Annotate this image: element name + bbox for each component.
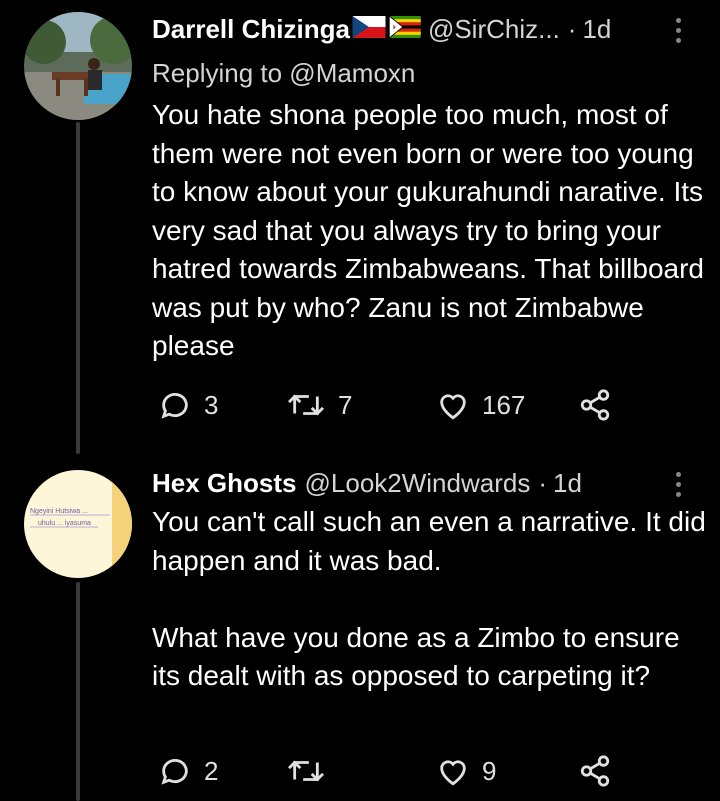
avatar-darrell[interactable] bbox=[24, 12, 132, 120]
more-options-icon[interactable] bbox=[676, 18, 684, 48]
author-handle[interactable]: @SirChiz... bbox=[428, 14, 560, 45]
author-name[interactable]: Darrell Chizinga bbox=[152, 14, 350, 45]
retweet-icon bbox=[287, 760, 325, 782]
tweet-text: You can't call such an even a narrative.… bbox=[152, 506, 706, 691]
like-count: 167 bbox=[482, 389, 526, 420]
zimbabwe-flag-icon bbox=[388, 16, 421, 38]
like-button[interactable]: 167 bbox=[436, 388, 525, 422]
author-handle[interactable]: @Look2Windwards bbox=[305, 468, 531, 499]
share-button[interactable] bbox=[578, 754, 612, 788]
retweet-button[interactable] bbox=[286, 754, 338, 788]
reply-icon bbox=[161, 759, 188, 785]
timestamp[interactable]: 1d bbox=[553, 468, 582, 499]
more-options-icon[interactable] bbox=[676, 472, 684, 502]
replying-to[interactable]: Replying to @Mamoxn bbox=[152, 58, 415, 89]
reply-count: 2 bbox=[204, 755, 219, 786]
heart-icon bbox=[440, 394, 466, 420]
svg-text:Ngeyini Hutsiwa ...: Ngeyini Hutsiwa ... bbox=[30, 508, 88, 515]
tweet-actions: 2 9 bbox=[152, 754, 632, 794]
reply-button[interactable]: 2 bbox=[158, 754, 218, 788]
like-count: 9 bbox=[482, 755, 497, 786]
timestamp[interactable]: 1d bbox=[582, 14, 611, 45]
avatar-hex-ghosts[interactable]: Ngeyini Hutsiwa ... uhulu ... iyasuma bbox=[24, 470, 132, 578]
svg-text:uhulu ... iyasuma: uhulu ... iyasuma bbox=[38, 520, 91, 527]
tweet-actions: 3 7 167 bbox=[152, 388, 632, 428]
tweet-text: You hate shona people too much, most of … bbox=[152, 99, 712, 361]
like-button[interactable]: 9 bbox=[436, 754, 496, 788]
retweet-icon bbox=[287, 394, 325, 416]
thread-line bbox=[76, 582, 80, 801]
share-button[interactable] bbox=[578, 388, 612, 422]
share-icon bbox=[580, 389, 610, 421]
retweet-count: 7 bbox=[338, 389, 353, 420]
retweet-button[interactable]: 7 bbox=[286, 388, 352, 422]
separator-dot: · bbox=[538, 468, 547, 498]
czech-flag-icon bbox=[352, 16, 386, 38]
tweet-header: Darrell Chizinga @SirChiz... · 1d bbox=[152, 14, 611, 45]
separator-dot: · bbox=[567, 14, 577, 44]
reply-button[interactable]: 3 bbox=[158, 388, 218, 422]
heart-icon bbox=[440, 760, 466, 786]
reply-icon bbox=[161, 393, 188, 419]
thread-line bbox=[76, 122, 80, 454]
author-name[interactable]: Hex Ghosts bbox=[152, 468, 297, 499]
share-icon bbox=[580, 755, 610, 787]
tweet-header: Hex Ghosts @Look2Windwards · 1d bbox=[152, 468, 582, 499]
reply-count: 3 bbox=[204, 389, 219, 420]
